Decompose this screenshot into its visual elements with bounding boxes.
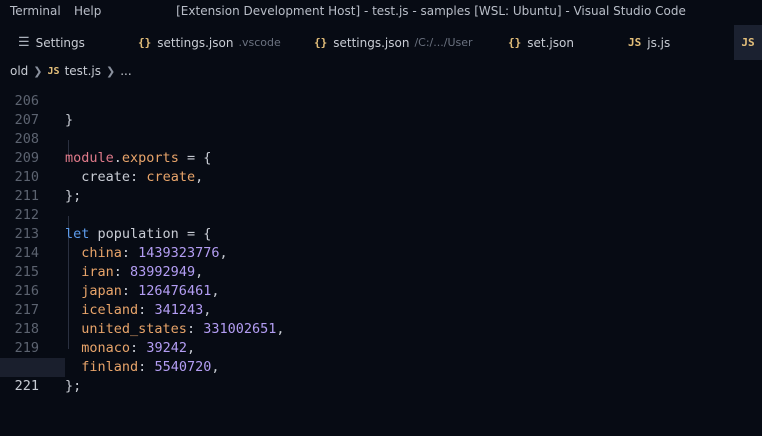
tab-test-js-active[interactable]: JS <box>734 25 762 60</box>
tab-label: js.js <box>647 35 671 50</box>
code-line[interactable]: 206 } <box>0 78 762 128</box>
window-title: [Extension Development Host] - test.js -… <box>176 4 686 18</box>
tab-label: settings.json <box>157 35 234 50</box>
line-number: 221 <box>14 378 39 394</box>
tab-path-hint: /C:/.../User <box>414 36 473 49</box>
code-line[interactable]: 207 <box>0 92 762 128</box>
code-line[interactable]: 211 <box>0 168 762 204</box>
json-icon: {} <box>314 36 328 49</box>
code-line[interactable]: 220 }; <box>0 339 762 394</box>
current-line-highlight[interactable]: 221 <box>0 358 65 394</box>
code-line[interactable]: 219 finland: 5540720, <box>0 320 762 375</box>
chevron-right-icon: ❯ <box>33 64 43 78</box>
code-line[interactable]: 214 iran: 83992949, <box>0 225 762 280</box>
code-line[interactable]: 218 monaco: 39242, <box>0 301 762 356</box>
chevron-right-icon: ❯ <box>106 64 116 78</box>
breadcrumb-symbol[interactable]: ... <box>120 64 131 78</box>
tab-settings-json-user[interactable]: {} settings.json /C:/.../User <box>314 25 473 60</box>
tab-js-js[interactable]: JS js.js <box>628 25 670 60</box>
code-line[interactable]: 215 japan: 126476461, <box>0 244 762 299</box>
code-line[interactable]: 213 china: 1439323776, <box>0 206 762 261</box>
js-file-icon: JS <box>741 36 755 49</box>
tab-path-hint: .vscode <box>238 36 281 49</box>
editor-tab-bar: ☰ Settings {} settings.json .vscode {} s… <box>0 25 762 60</box>
code-editor[interactable]: 206 } 207 208 module.exports = { 209 cre… <box>0 78 762 436</box>
js-file-icon: JS <box>628 36 642 49</box>
gear-icon: ☰ <box>18 35 30 50</box>
title-bar: Terminal Help [Extension Development Hos… <box>0 0 762 22</box>
code-line[interactable]: 210 }; <box>0 149 762 204</box>
js-file-icon: JS <box>47 65 60 77</box>
code-line[interactable]: 208 module.exports = { <box>0 111 762 166</box>
tab-settings-json-vscode[interactable]: {} settings.json .vscode <box>138 25 281 60</box>
tab-label: Settings <box>35 35 85 50</box>
code-line[interactable]: 209 create: create, <box>0 130 762 185</box>
tab-label: set.json <box>527 35 574 50</box>
breadcrumb-file[interactable]: test.js <box>65 64 101 78</box>
code-line[interactable]: 212 let population = { <box>0 187 762 242</box>
tab-label: settings.json <box>333 35 410 50</box>
code-line[interactable]: 216 iceland: 341243, <box>0 263 762 318</box>
code-text: }; <box>65 378 82 394</box>
json-icon: {} <box>508 36 522 49</box>
code-line[interactable]: 217 united_states: 331002651, <box>0 282 762 337</box>
breadcrumb-folder[interactable]: old <box>10 64 28 78</box>
tab-settings[interactable]: ☰ Settings <box>18 25 85 60</box>
code-text: finland: 5540720, <box>81 359 220 375</box>
json-icon: {} <box>138 36 152 49</box>
tab-set-json[interactable]: {} set.json <box>508 25 574 60</box>
